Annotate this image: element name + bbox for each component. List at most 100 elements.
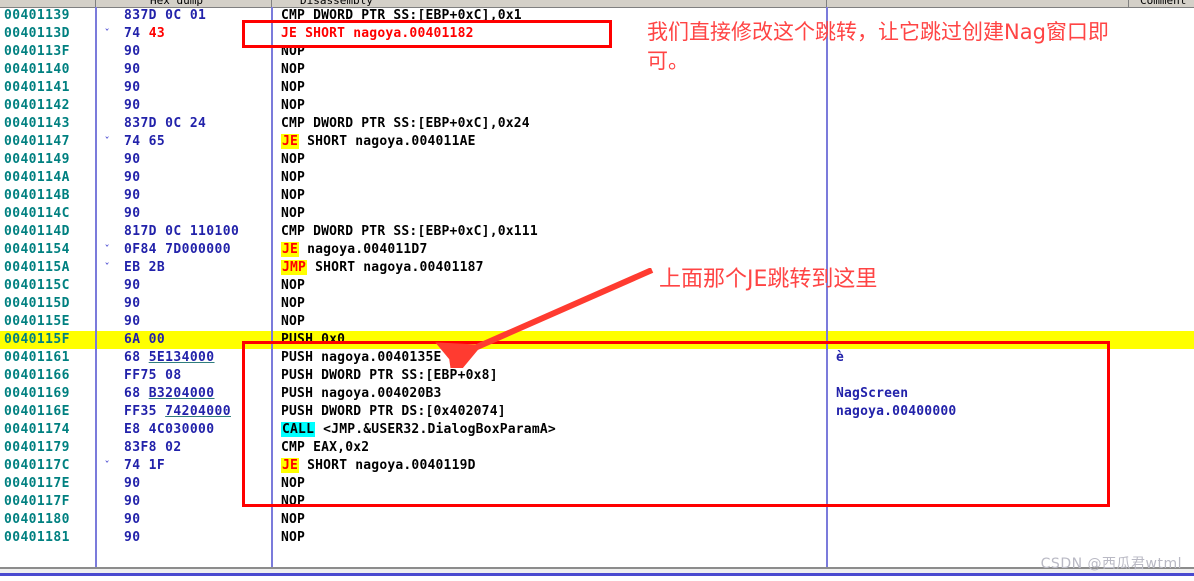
cell-address: 00401139 (4, 8, 70, 23)
mnemonic-je: JE (281, 134, 300, 149)
cell-hexdump: 90 (124, 170, 141, 185)
table-row[interactable]: 00401142 90 NOP (0, 97, 1194, 115)
operand-text: nagoya.004011D7 (299, 242, 428, 257)
annotation-note-middle: 上面那个JE跳转到这里 (659, 267, 878, 292)
table-row[interactable]: 0040114B 90 NOP (0, 187, 1194, 205)
cell-hexdump: EB 2B (124, 260, 166, 275)
cell-address: 00401179 (4, 440, 70, 455)
cell-hexdump: 90 (124, 278, 141, 293)
hex-modified-byte: 43 (148, 26, 166, 41)
bottom-white-strip (0, 576, 1194, 581)
cell-address: 00401174 (4, 422, 70, 437)
cell-disassembly: NOP (281, 512, 306, 527)
cell-hexdump: 0F84 7D000000 (124, 242, 231, 257)
header-sep-4 (1128, 0, 1129, 7)
annotation-note-top: 我们直接修改这个跳转，让它跳过创建Nag窗口即 可。 (647, 20, 1109, 73)
jump-marker-icon: ˇ (103, 261, 111, 274)
cell-address: 0040115A (4, 260, 70, 275)
cell-address: 00401140 (4, 62, 70, 77)
jump-marker-icon: ˇ (103, 27, 111, 40)
cell-address: 0040113D (4, 26, 70, 41)
cell-hexdump: 90 (124, 206, 141, 221)
hex-operand: B3204000 (148, 386, 215, 401)
cell-address: 0040113F (4, 44, 70, 59)
annotation-arrow-icon (435, 268, 654, 368)
cell-hexdump: 74 65 (124, 134, 166, 149)
table-row[interactable]: 00401181 90 NOP (0, 529, 1194, 547)
jump-marker-icon: ˇ (103, 135, 111, 148)
cell-hexdump: 837D 0C 24 (124, 116, 207, 131)
hex-operand: 5E134000 (148, 350, 215, 365)
mnemonic-je: JE (281, 242, 300, 257)
cell-address: 00401161 (4, 350, 70, 365)
cell-address: 0040114A (4, 170, 70, 185)
cell-address: 00401142 (4, 98, 70, 113)
operand-text: SHORT nagoya.004011AE (299, 134, 476, 149)
cell-disassembly: NOP (281, 278, 306, 293)
jump-marker-icon: ˇ (103, 459, 111, 472)
cell-address: 00401180 (4, 512, 70, 527)
cell-hexdump: 90 (124, 530, 141, 545)
cell-disassembly: NOP (281, 98, 306, 113)
cell-address: 00401143 (4, 116, 70, 131)
cell-disassembly: NOP (281, 314, 306, 329)
cell-disassembly: NOP (281, 62, 306, 77)
cell-disassembly: NOP (281, 170, 306, 185)
table-row[interactable]: 00401147 ˇ 74 65 JE SHORT nagoya.004011AE (0, 133, 1194, 151)
cell-address: 0040117F (4, 494, 70, 509)
table-row[interactable]: 00401141 90 NOP (0, 79, 1194, 97)
header-disassembly: Disassembly (300, 0, 373, 7)
cell-address: 00401147 (4, 134, 70, 149)
jump-marker-icon: ˇ (103, 243, 111, 256)
cell-address: 0040117E (4, 476, 70, 491)
cell-address: 00401141 (4, 80, 70, 95)
cell-address: 0040114C (4, 206, 70, 221)
ollydbg-disassembly-window: Hex dump Disassembly Comment 00401139 837… (0, 0, 1194, 581)
cell-hexdump: 90 (124, 152, 141, 167)
annotation-box-target-jump (242, 20, 612, 48)
cell-address: 0040115C (4, 278, 70, 293)
table-row[interactable]: 0040114D 817D 0C 110100 CMP DWORD PTR SS:[… (0, 223, 1194, 241)
cell-address: 0040114B (4, 188, 70, 203)
header-sep-3 (826, 0, 827, 7)
cell-address: 00401181 (4, 530, 70, 545)
header-sep-2 (271, 0, 272, 7)
cell-disassembly: NOP (281, 80, 306, 95)
cell-address: 0040115F (4, 332, 70, 347)
cell-disassembly: JE SHORT nagoya.004011AE (281, 133, 476, 151)
watermark: CSDN @西瓜君wtml (1040, 556, 1182, 572)
cell-hexdump: 90 (124, 98, 141, 113)
cell-hexdump: 90 (124, 62, 141, 77)
header-sep-1 (95, 0, 96, 7)
cell-address: 0040117C (4, 458, 70, 473)
header-hexdump: Hex dump (150, 0, 203, 7)
cell-disassembly: NOP (281, 188, 306, 203)
cell-disassembly: CMP DWORD PTR SS:[EBP+0xC],0x24 (281, 116, 530, 131)
cell-address: 0040115D (4, 296, 70, 311)
table-row[interactable]: 0040114C 90 NOP (0, 205, 1194, 223)
table-row[interactable]: 0040114A 90 NOP (0, 169, 1194, 187)
mnemonic-jmp: JMP (281, 260, 308, 275)
cell-hexdump: 90 (124, 314, 141, 329)
cell-hexdump: 90 (124, 512, 141, 527)
table-row[interactable]: 00401180 90 NOP (0, 511, 1194, 529)
cell-disassembly: NOP (281, 152, 306, 167)
cell-hexdump: 90 (124, 188, 141, 203)
table-row[interactable]: 00401154 ˇ 0F84 7D000000 JE nagoya.004011D7 (0, 241, 1194, 259)
cell-disassembly: NOP (281, 530, 306, 545)
bottom-frame-line (0, 567, 1194, 569)
cell-disassembly: JE nagoya.004011D7 (281, 241, 428, 259)
cell-address: 00401149 (4, 152, 70, 167)
cell-address: 0040114D (4, 224, 70, 239)
cell-disassembly: NOP (281, 296, 306, 311)
cell-hexdump: 90 (124, 80, 141, 95)
table-row[interactable]: 00401149 90 NOP (0, 151, 1194, 169)
column-separator-address (95, 7, 97, 567)
table-row[interactable]: 00401143 837D 0C 24 CMP DWORD PTR SS:[EBP+… (0, 115, 1194, 133)
cell-address: 0040115E (4, 314, 70, 329)
cell-address: 0040116E (4, 404, 70, 419)
cell-hexdump: 817D 0C 110100 (124, 224, 240, 239)
cell-address: 00401166 (4, 368, 70, 383)
cell-disassembly: CMP DWORD PTR SS:[EBP+0xC],0x111 (281, 224, 538, 239)
hex-operand: 74204000 (165, 404, 231, 419)
